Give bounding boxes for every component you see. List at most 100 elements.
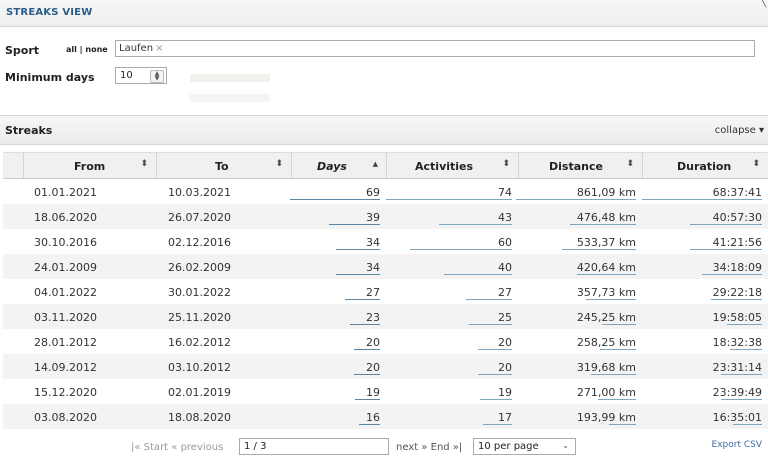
bar-distance [516, 199, 636, 200]
bar-duration [721, 399, 762, 400]
per-page-select[interactable]: 10 per page ⌄ [473, 438, 576, 455]
cell-to: 16.02.2012 [168, 336, 231, 349]
table-body: 01.01.2021 10.03.2021 69 74 861,09 km 68:37:4… [3, 179, 768, 429]
cell-duration: 40:57:30 [712, 211, 762, 224]
header-activities-label: Activities [415, 160, 474, 173]
cell-activities: 19 [498, 386, 512, 399]
header-days[interactable]: Days ▲ [291, 153, 386, 178]
sport-tag-label: Laufen [119, 43, 154, 54]
sport-tag[interactable]: Laufen × [119, 43, 163, 54]
cell-days: 34 [366, 236, 380, 249]
table-row[interactable]: 28.01.2012 16.02.2012 20 20 258,25 km 18:32:3… [3, 329, 768, 354]
header-days-label: Days [317, 160, 347, 173]
filter-panel: Sport all | none Laufen × Minimum days 10… [0, 27, 768, 113]
header-from[interactable]: From ⬍ [23, 153, 156, 178]
cell-days: 69 [366, 186, 380, 199]
table-row[interactable]: 01.01.2021 10.03.2021 69 74 861,09 km 68:37:4… [3, 179, 768, 204]
cell-activities: 20 [498, 336, 512, 349]
tag-remove-icon[interactable]: × [155, 43, 163, 54]
sport-select-input[interactable]: Laufen × [115, 40, 755, 57]
header-activities[interactable]: Activities ⬍ [386, 153, 518, 178]
cell-to: 25.11.2020 [168, 311, 231, 324]
spinner-icon[interactable]: ▲ ▼ [150, 70, 164, 83]
cell-from: 03.08.2020 [34, 411, 97, 424]
bar-duration [727, 324, 762, 325]
bar-activities [386, 199, 512, 200]
cell-from: 15.12.2020 [34, 386, 97, 399]
cell-from: 04.01.2022 [34, 286, 97, 299]
header-blank [3, 153, 23, 178]
cell-to: 10.03.2021 [168, 186, 231, 199]
sort-icon: ⬍ [752, 159, 760, 169]
cell-duration: 34:18:09 [712, 261, 762, 274]
header-from-label: From [74, 160, 106, 173]
cell-distance: 193,99 km [576, 411, 636, 424]
table-row[interactable]: 30.10.2016 02.12.2016 34 60 533,37 km 41:21:5… [3, 229, 768, 254]
all-none-toggle[interactable]: all | none [66, 45, 108, 54]
bar-days [350, 324, 380, 325]
bar-distance [577, 274, 636, 275]
cell-from: 28.01.2012 [34, 336, 97, 349]
bar-activities [478, 349, 512, 350]
cell-from: 30.10.2016 [34, 236, 97, 249]
page-input[interactable]: 1 / 3 [239, 438, 389, 455]
table-header: From ⬍ To ⬍ Days ▲ Activities ⬍ Distance… [3, 152, 768, 179]
bar-days [290, 199, 380, 200]
sort-icon: ⬍ [275, 159, 283, 169]
resize-corner-icon[interactable]: ╲ [760, 0, 766, 8]
cell-to: 03.10.2012 [168, 361, 231, 374]
bar-distance [591, 374, 636, 375]
cell-days: 19 [366, 386, 380, 399]
bar-days [354, 349, 380, 350]
cell-distance: 271,00 km [576, 386, 636, 399]
bar-distance [600, 349, 636, 350]
bar-duration [721, 374, 762, 375]
cell-duration: 23:31:14 [712, 361, 762, 374]
bar-distance [570, 224, 636, 225]
bar-distance [586, 299, 636, 300]
header-duration[interactable]: Duration ⬍ [642, 153, 768, 178]
bar-activities [478, 374, 512, 375]
table-row[interactable]: 03.08.2020 18.08.2020 16 17 193,99 km 16:35:0… [3, 404, 768, 429]
bar-duration [702, 274, 762, 275]
pager-prev-links[interactable]: |« Start « previous [131, 442, 223, 453]
cell-from: 01.01.2021 [34, 186, 97, 199]
cell-distance: 420,64 km [576, 261, 636, 274]
bar-activities [444, 274, 512, 275]
cell-duration: 19:58:05 [712, 311, 762, 324]
cell-distance: 861,09 km [576, 186, 636, 199]
header-distance-label: Distance [549, 160, 603, 173]
view-title: STREAKS VIEW [6, 7, 93, 18]
bar-activities [410, 249, 512, 250]
bar-duration [642, 199, 762, 200]
export-csv-link[interactable]: Export CSV [712, 440, 762, 450]
bar-duration [690, 224, 762, 225]
cell-days: 16 [366, 411, 380, 424]
header-to[interactable]: To ⬍ [156, 153, 291, 178]
table-row[interactable]: 03.11.2020 25.11.2020 23 25 245,25 km 19:58:0… [3, 304, 768, 329]
cell-to: 26.02.2009 [168, 261, 231, 274]
cell-activities: 40 [498, 261, 512, 274]
bar-distance [602, 324, 636, 325]
pager-next-links[interactable]: next » End »| [396, 442, 462, 453]
bar-distance [598, 399, 636, 400]
cell-activities: 60 [498, 236, 512, 249]
sort-icon: ⬍ [140, 159, 148, 169]
table-row[interactable]: 14.09.2012 03.10.2012 20 20 319,68 km 23:31:1… [3, 354, 768, 379]
bar-days [336, 249, 380, 250]
bar-duration [711, 299, 762, 300]
chevron-down-icon: ⌄ [562, 441, 569, 450]
table-row[interactable]: 04.01.2022 30.01.2022 27 27 357,73 km 29:22:1… [3, 279, 768, 304]
table-row[interactable]: 24.01.2009 26.02.2009 34 40 420,64 km 34:18:0… [3, 254, 768, 279]
collapse-button[interactable]: collapse ▾ [715, 125, 764, 136]
per-page-value: 10 per page [478, 441, 539, 452]
cell-activities: 43 [498, 211, 512, 224]
cell-distance: 357,73 km [576, 286, 636, 299]
cell-distance: 533,37 km [576, 236, 636, 249]
table-row[interactable]: 18.06.2020 26.07.2020 39 43 476,48 km 40:57:3… [3, 204, 768, 229]
header-distance[interactable]: Distance ⬍ [518, 153, 642, 178]
cell-days: 20 [366, 336, 380, 349]
min-days-input[interactable]: 10 ▲ ▼ [115, 67, 167, 84]
bar-days [336, 274, 380, 275]
table-row[interactable]: 15.12.2020 02.01.2019 19 19 271,00 km 23:39:4… [3, 379, 768, 404]
